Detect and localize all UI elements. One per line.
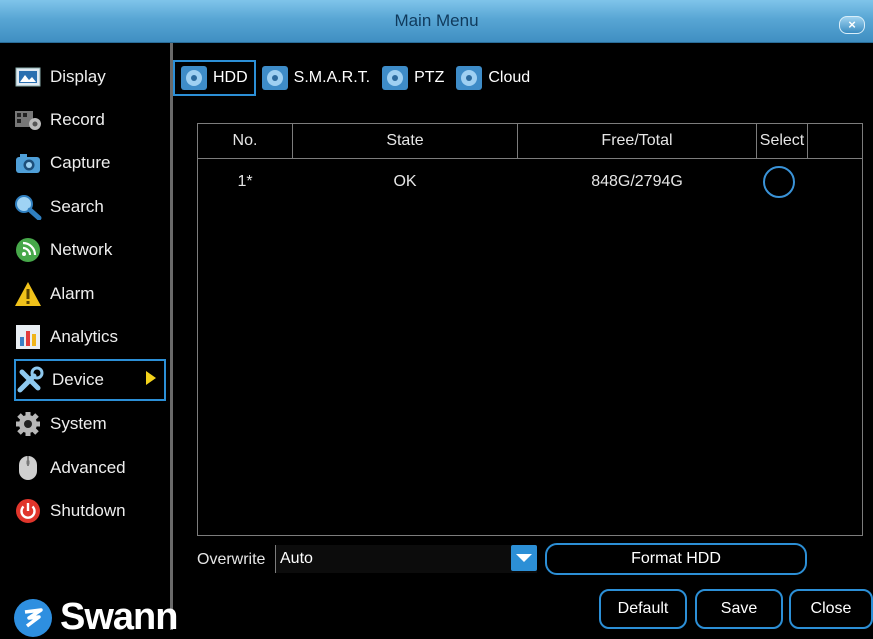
network-icon <box>14 236 42 264</box>
camera-icon <box>14 149 42 177</box>
hdd-table: No. State Free/Total Select 1* OK 848G/2… <box>197 123 863 536</box>
logo-text: Swann <box>60 596 178 638</box>
cloud-tab-icon <box>456 66 483 90</box>
sidebar-item-label: Display <box>50 67 106 86</box>
sidebar: Display Record Capture Search Network Al… <box>0 43 178 638</box>
sidebar-item-label: Record <box>50 110 105 129</box>
display-icon <box>14 63 42 91</box>
record-icon <box>14 106 42 134</box>
sidebar-item-network[interactable]: Network <box>14 232 164 268</box>
table-row[interactable]: 1* OK 848G/2794G <box>198 166 862 198</box>
sidebar-item-shutdown[interactable]: Shutdown <box>14 493 164 529</box>
sidebar-item-capture[interactable]: Capture <box>14 145 164 181</box>
sidebar-item-label: Network <box>50 240 113 259</box>
ptz-tab-icon <box>382 66 409 90</box>
gear-icon <box>14 410 42 438</box>
arrow-right-icon <box>146 371 156 385</box>
sidebar-item-search[interactable]: Search <box>14 189 164 225</box>
sidebar-item-alarm[interactable]: Alarm <box>14 276 164 312</box>
device-icon <box>16 366 44 394</box>
window-title: Main Menu <box>394 11 479 30</box>
sidebar-item-label: Analytics <box>50 327 119 346</box>
sidebar-item-label: Device <box>52 370 104 389</box>
column-header-select: Select <box>759 132 805 149</box>
sidebar-item-label: Advanced <box>50 458 126 477</box>
close-button[interactable]: Close <box>789 589 873 629</box>
power-icon <box>14 497 42 525</box>
sidebar-item-label: Search <box>50 197 104 216</box>
tab-ptz[interactable]: PTZ <box>376 60 450 96</box>
sidebar-item-label: Shutdown <box>50 501 126 520</box>
save-button[interactable]: Save <box>695 589 783 629</box>
mouse-icon <box>14 454 42 482</box>
column-header-state: State <box>386 132 424 149</box>
overwrite-label: Overwrite <box>197 551 266 568</box>
select-radio[interactable] <box>763 166 795 198</box>
tab-hdd[interactable]: HDD <box>173 60 256 96</box>
column-header-free-total: Free/Total <box>601 132 673 149</box>
swann-logo-icon <box>14 598 52 637</box>
smart-tab-icon <box>261 66 288 90</box>
sidebar-item-label: System <box>50 414 107 433</box>
column-header-no: No. <box>232 132 258 149</box>
sidebar-item-label: Alarm <box>50 284 95 303</box>
tab-label: HDD <box>213 69 248 86</box>
hdd-tab-icon <box>181 66 207 90</box>
analytics-icon <box>14 323 42 351</box>
sidebar-item-label: Capture <box>50 153 111 172</box>
overwrite-select[interactable]: Auto <box>275 545 537 573</box>
tab-label: S.M.A.R.T. <box>293 69 371 86</box>
format-hdd-button[interactable]: Format HDD <box>545 543 807 575</box>
cell-no: 1* <box>237 173 253 190</box>
tab-smart[interactable]: S.M.A.R.T. <box>256 60 376 96</box>
column-divider <box>807 124 808 158</box>
sidebar-item-advanced[interactable]: Advanced <box>14 450 164 486</box>
search-icon <box>14 193 42 221</box>
sidebar-item-record[interactable]: Record <box>14 102 164 138</box>
alarm-icon <box>14 280 42 308</box>
tab-label: Cloud <box>488 69 531 86</box>
swann-logo: Swann <box>14 596 178 639</box>
sidebar-item-system[interactable]: System <box>14 406 164 442</box>
tab-bar: HDD S.M.A.R.T. PTZ Cloud <box>173 58 536 98</box>
sidebar-item-display[interactable]: Display <box>14 59 164 95</box>
default-button[interactable]: Default <box>599 589 687 629</box>
chevron-down-icon[interactable] <box>511 545 537 571</box>
tab-cloud[interactable]: Cloud <box>450 60 536 96</box>
cell-free-total: 848G/2794G <box>591 173 683 190</box>
table-header: No. State Free/Total Select <box>198 124 862 159</box>
sidebar-item-device[interactable]: Device <box>14 359 166 401</box>
close-icon[interactable]: × <box>839 16 865 34</box>
sidebar-item-analytics[interactable]: Analytics <box>14 319 164 355</box>
title-bar: Main Menu × <box>0 0 873 43</box>
tab-label: PTZ <box>414 69 445 86</box>
cell-state: OK <box>393 173 417 190</box>
main-panel: HDD S.M.A.R.T. PTZ Cloud No. State Free/… <box>173 43 873 630</box>
